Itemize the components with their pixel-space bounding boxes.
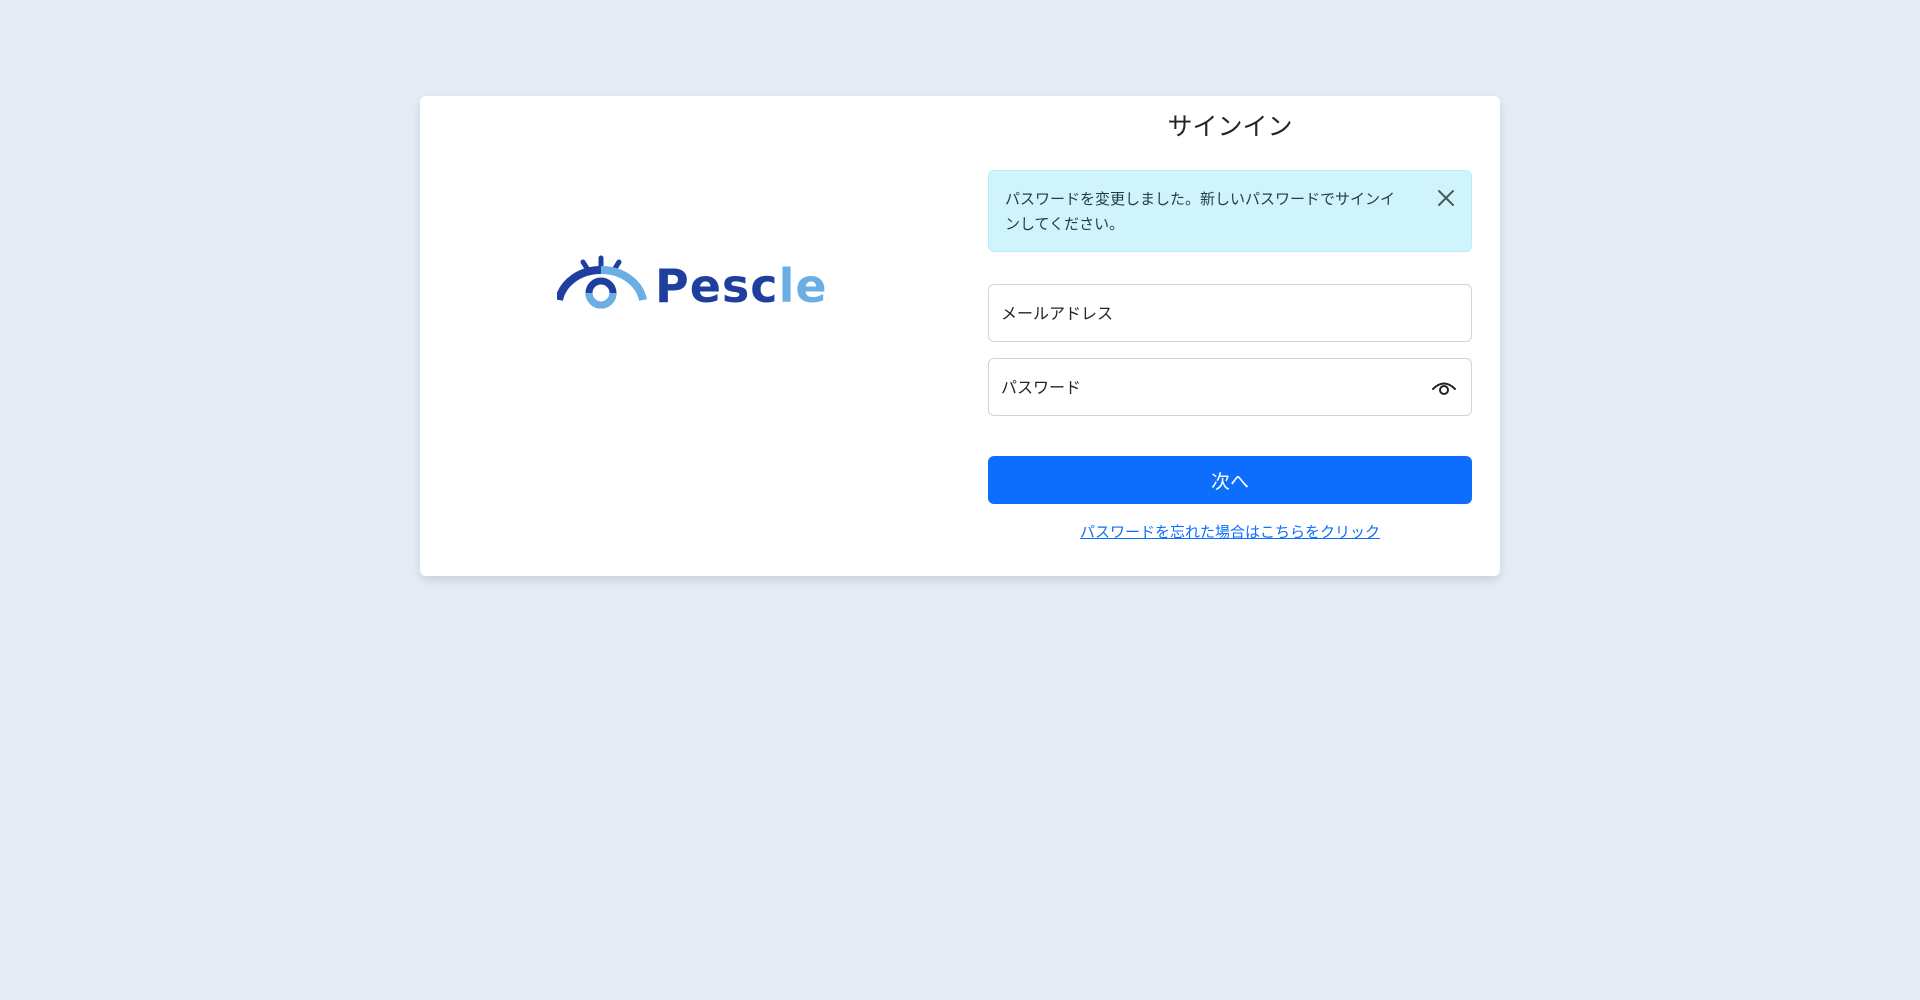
signin-form: サインイン パスワードを変更しました。新しいパスワードでサインインしてください。… bbox=[988, 96, 1472, 576]
logo-text-accent: le bbox=[779, 259, 828, 313]
alert-message: パスワードを変更しました。新しいパスワードでサインインしてください。 bbox=[1005, 190, 1396, 233]
password-field-wrapper bbox=[988, 358, 1472, 416]
forgot-password: パスワードを忘れた場合はこちらをクリック bbox=[988, 522, 1472, 542]
logo-panel: Pescle bbox=[420, 96, 960, 576]
logo-text-primary: Pesc bbox=[655, 259, 779, 313]
pescle-logo: Pescle bbox=[557, 248, 847, 328]
page-title: サインイン bbox=[1167, 112, 1293, 141]
next-button[interactable]: 次へ bbox=[988, 456, 1472, 504]
email-field[interactable] bbox=[989, 285, 1471, 341]
eye-icon[interactable] bbox=[1431, 379, 1457, 397]
forgot-password-link[interactable]: パスワードを忘れた場合はこちらをクリック bbox=[1080, 523, 1380, 541]
svg-text:Pescle: Pescle bbox=[655, 259, 828, 313]
password-field[interactable] bbox=[989, 359, 1471, 415]
signin-card: Pescle サインイン パスワードを変更しました。新しいパスワードでサインイン… bbox=[420, 96, 1500, 576]
email-field-wrapper bbox=[988, 284, 1472, 342]
close-icon[interactable] bbox=[1435, 187, 1457, 209]
info-alert: パスワードを変更しました。新しいパスワードでサインインしてください。 bbox=[988, 170, 1472, 252]
